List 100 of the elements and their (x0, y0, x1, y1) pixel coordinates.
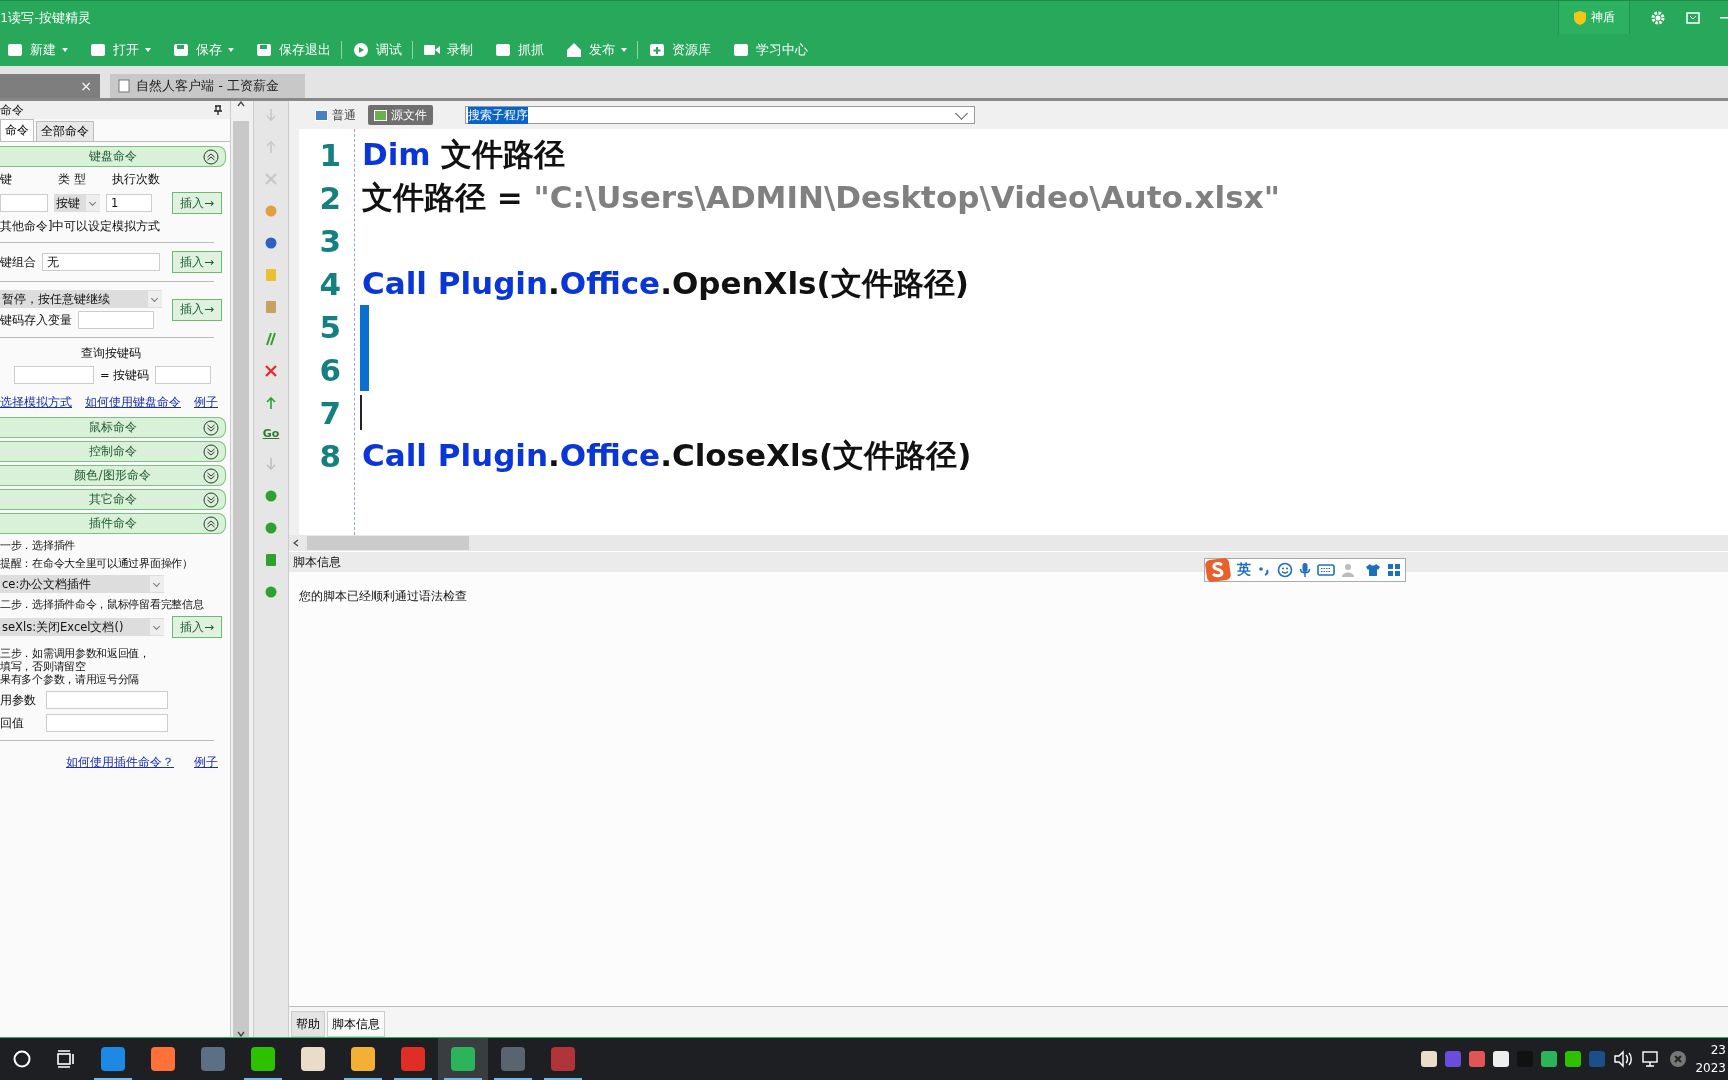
pin-icon[interactable] (214, 105, 222, 115)
insert-button[interactable]: 插入→ (172, 616, 222, 638)
help-link[interactable]: 例子 (194, 755, 218, 770)
key-field[interactable] (14, 366, 94, 384)
slash-icon[interactable] (263, 331, 279, 347)
hint-text: 提醒：在命令大全里可以通过界面操作） (0, 557, 194, 570)
collapse-icon (203, 516, 219, 532)
code-line: Call Plugin.Office.OpenXls(文件路径) (362, 263, 969, 303)
scrollbar[interactable] (289, 535, 1728, 551)
settings-icon[interactable] (1650, 9, 1666, 26)
expand-icon (203, 492, 219, 508)
subroutine-search-field[interactable]: 搜索子程序 (465, 106, 975, 124)
line-number: 8 (318, 437, 342, 474)
plus-box-icon (648, 42, 666, 58)
step-text: 二步．选择插件命令，鼠标停留看完整信息 (0, 598, 205, 611)
line-number: 2 (318, 179, 342, 216)
section-subtitle: 查询按键码 (80, 346, 142, 361)
caret-icon (145, 48, 151, 52)
scroll-down-icon[interactable] (237, 1031, 245, 1037)
collapse-icon (203, 149, 219, 165)
return-field[interactable] (46, 714, 168, 732)
input-mode-toggle[interactable]: 英 (1237, 561, 1251, 579)
scroll-left-icon[interactable] (293, 539, 299, 547)
key-field[interactable] (0, 194, 48, 212)
insert-button[interactable]: 插入→ (172, 251, 222, 273)
grid-icon[interactable] (1387, 563, 1401, 577)
expand-icon (203, 444, 219, 460)
view-tab[interactable]: 普通 (309, 105, 362, 125)
help-link[interactable]: 如何使用插件命令？ (66, 755, 174, 770)
keycode-field[interactable] (155, 366, 212, 384)
panel-tab[interactable]: 脚本信息 (327, 1011, 385, 1037)
line-number: 3 (318, 222, 342, 259)
line-number: 6 (318, 351, 342, 388)
view-tab[interactable]: 源文件 (368, 105, 433, 125)
wait-dropdown[interactable]: 暂停，按任意键继续 (0, 290, 162, 308)
section-header[interactable]: 其它命令 (0, 489, 226, 510)
step-text: 填写，否则请留空 (0, 660, 87, 673)
scrollbar[interactable] (233, 101, 249, 1037)
tray-app-icon[interactable] (1421, 1051, 1438, 1067)
plugin-dropdown[interactable]: ce:办公文档插件 (0, 575, 164, 593)
window-title: 1读写-按键精灵 (0, 8, 91, 27)
section-header[interactable]: 插件命令 (0, 513, 226, 534)
smiley-icon[interactable] (1277, 562, 1293, 578)
combo-field[interactable]: 无 (42, 253, 160, 271)
field-label: 键组合 (0, 254, 36, 270)
close-button[interactable]: × (80, 78, 92, 94)
panel-tab[interactable]: 帮助 (291, 1011, 325, 1037)
command-dropdown[interactable]: seXls:关闭Excel文档() (0, 618, 164, 636)
document-tab[interactable]: × (0, 74, 100, 98)
parameter-field[interactable] (46, 691, 168, 709)
taskbar-app[interactable] (438, 1038, 488, 1080)
panel-tab[interactable]: 命令 (0, 119, 34, 141)
search-icon[interactable] (12, 1049, 32, 1069)
play-icon (352, 42, 370, 58)
help-link[interactable]: 例子 (194, 395, 218, 410)
volume-icon[interactable] (1613, 1050, 1634, 1068)
window-icon[interactable] (1686, 11, 1700, 24)
line-number: 7 (318, 394, 342, 431)
section-header[interactable]: 键盘命令 (0, 146, 226, 167)
field-label: = 按键码 (100, 367, 150, 383)
shirt-icon[interactable] (1365, 563, 1381, 577)
scroll-up-icon[interactable] (237, 101, 245, 107)
line-number: 5 (318, 308, 342, 345)
camera-icon (423, 42, 441, 58)
caret-icon (621, 48, 627, 52)
caret-icon (148, 291, 162, 307)
panel-title: 命令 (0, 101, 24, 119)
field-label: 用参数 (0, 692, 37, 708)
tray-app-icon[interactable] (1541, 1051, 1558, 1067)
insert-button[interactable]: 插入→ (172, 192, 222, 214)
panel-tab[interactable]: 全部命令 (36, 121, 94, 141)
task-view-icon[interactable] (56, 1050, 76, 1068)
line-number: 1 (318, 136, 342, 173)
section-header[interactable]: 鼠标命令 (0, 417, 226, 438)
close-circle-icon[interactable] (1669, 1050, 1688, 1068)
code-line: 文件路径 = "C:\Users\ADMIN\Desktop\Video\Auto.xlsx" (362, 177, 1280, 217)
cross-icon[interactable] (263, 363, 279, 379)
insert-button[interactable]: 插入→ (172, 298, 222, 321)
field-label: 键码存入变量 (0, 312, 72, 328)
field-label: 执行次数 (112, 172, 161, 187)
minimize-icon[interactable] (1720, 15, 1728, 20)
document-tab[interactable]: 自然人客户端 - 工资薪金 (110, 74, 305, 98)
keyboard-icon[interactable] (1317, 564, 1335, 576)
help-link[interactable]: 如何使用键盘命令 (85, 395, 181, 410)
expand-icon (203, 420, 219, 436)
microphone-icon[interactable] (1493, 1051, 1510, 1067)
caret-icon (150, 619, 164, 635)
ime-logo-icon[interactable] (1205, 558, 1231, 582)
type-dropdown[interactable]: 按键 (54, 194, 100, 212)
caret-icon (86, 195, 100, 211)
section-header[interactable]: 控制命令 (0, 441, 226, 462)
code-line: Dim 文件路径 (362, 134, 566, 174)
caret-icon (62, 48, 68, 52)
variable-field[interactable] (78, 311, 154, 329)
help-link[interactable]: 选择模拟方式 (0, 395, 72, 410)
goto-button[interactable]: Go (262, 427, 280, 440)
expand-icon (203, 468, 219, 484)
section-header[interactable]: 颜色/图形命令 (0, 465, 226, 486)
tray-app-icon[interactable] (1565, 1051, 1582, 1067)
count-field[interactable]: 1 (106, 194, 152, 212)
